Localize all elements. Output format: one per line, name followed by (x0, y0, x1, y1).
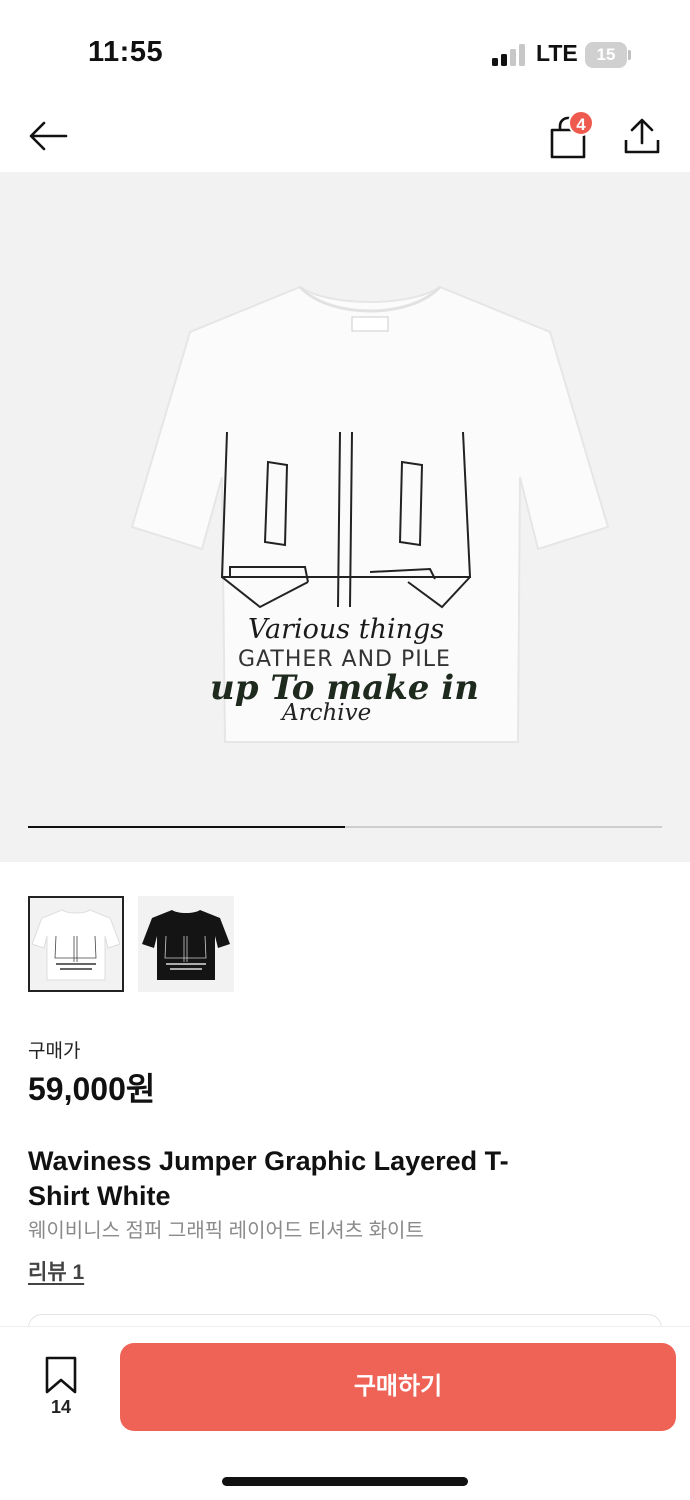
tshirt-black-thumbnail (142, 910, 230, 980)
shirt-print-line-1: Various things (248, 614, 445, 645)
top-nav: 4 (0, 100, 690, 172)
price-value: 59,000원 (28, 1071, 156, 1107)
share-icon (624, 118, 660, 154)
bookmark-icon (45, 1356, 77, 1394)
cart-button[interactable]: 4 (544, 110, 594, 160)
status-bar: 11:55 LTE 15 (0, 0, 690, 100)
back-button[interactable] (24, 112, 72, 160)
wishlist-button[interactable]: 14 (36, 1353, 86, 1423)
gallery-progress-bar (28, 826, 662, 828)
battery-level: 15 (585, 42, 627, 68)
price-label: 구매가 (28, 1041, 81, 1062)
product-title-korean: 웨이비니스 점퍼 그래픽 레이어드 티셔츠 화이트 (28, 1220, 424, 1242)
arrow-left-icon (29, 121, 68, 151)
thumbnail-list (28, 896, 234, 992)
product-image-gallery[interactable]: Various things GATHER AND PILE up To mak… (0, 172, 690, 862)
home-indicator (222, 1477, 468, 1486)
review-link[interactable]: 리뷰 1 (28, 1256, 84, 1286)
thumbnail-white[interactable] (28, 896, 124, 992)
wishlist-count: 14 (50, 1397, 72, 1417)
thumbnail-black[interactable] (138, 896, 234, 992)
share-button[interactable] (618, 112, 666, 160)
bottom-action-bar: 14 구매하기 (0, 1326, 690, 1500)
status-time: 11:55 (88, 36, 164, 68)
gallery-progress-fill (28, 826, 345, 828)
network-type: LTE (536, 40, 578, 66)
signal-icon (492, 44, 526, 66)
shirt-print-line-4: Archive (282, 700, 372, 726)
battery-icon: 15 (585, 42, 631, 68)
product-title: Waviness Jumper Graphic Layered T-Shirt … (28, 1146, 509, 1211)
cart-count-badge: 4 (568, 110, 594, 136)
tshirt-white-thumbnail (31, 909, 121, 981)
buy-button[interactable]: 구매하기 (120, 1343, 676, 1431)
